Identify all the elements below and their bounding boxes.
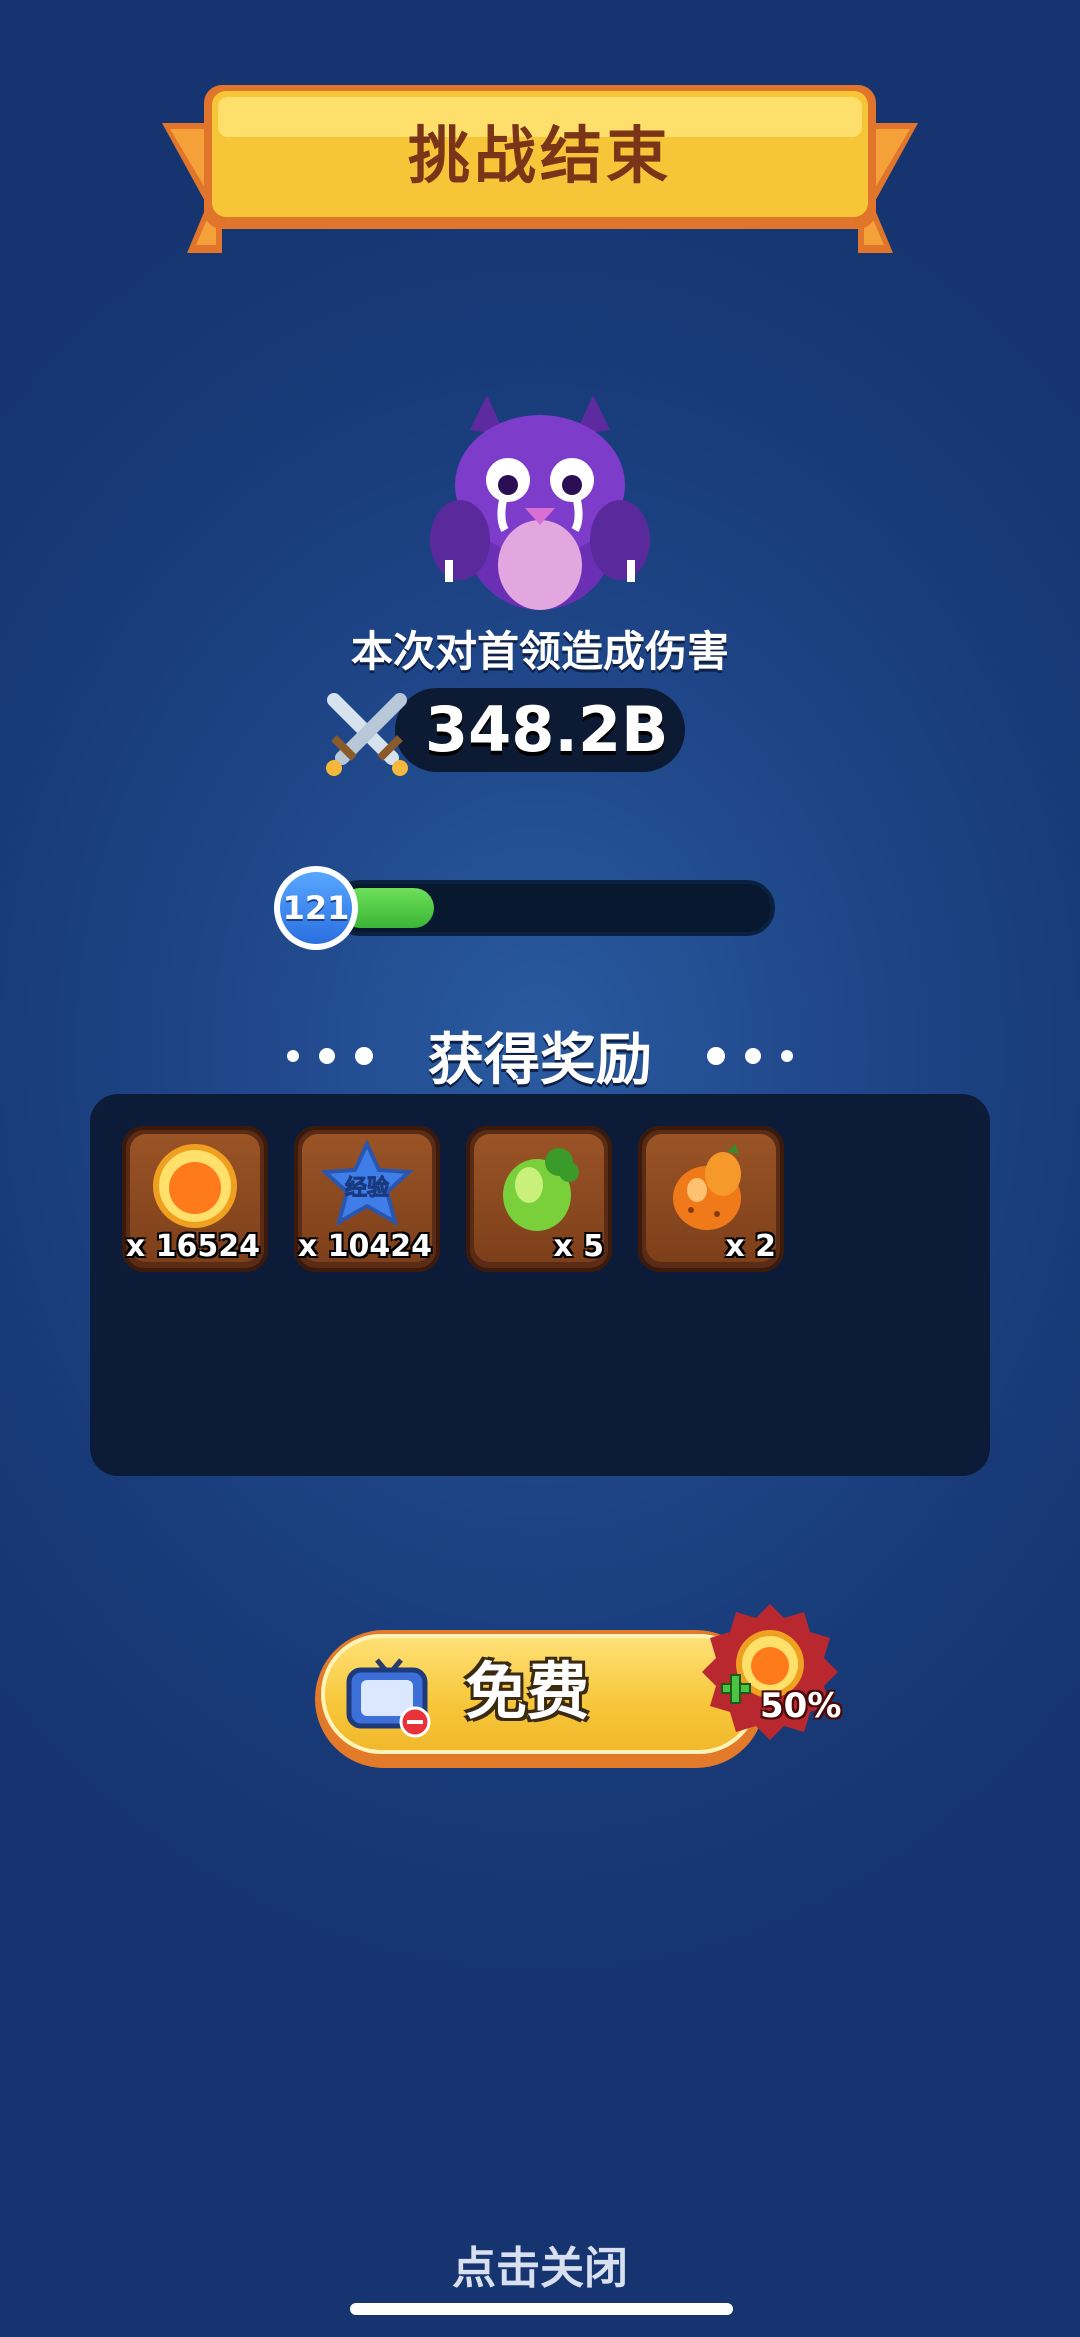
rewards-panel: x 16524 经验 x 10424 x 5 x 2 [90,1094,990,1476]
tap-to-close-hint[interactable]: 点击关闭 [0,2232,1080,2296]
boss-avatar [430,395,650,610]
green-egg-icon [503,1148,579,1231]
page-title: 挑战结束 [407,119,672,192]
bonus-percent: 50% [760,1686,842,1726]
reward-count: x 2 [725,1229,776,1264]
level-number: 121 [280,872,352,944]
experience-label: 经验 [345,1175,389,1201]
damage-value: 348.2B [425,693,669,766]
crossed-swords-icon [326,693,408,776]
orange-fruit-icon [673,1144,741,1230]
free-claim-button[interactable]: 免费 [315,1630,765,1768]
experience-star-icon: 经验 [320,1140,414,1227]
reward-item-green-egg[interactable]: x 5 [466,1126,612,1272]
reward-count: x 5 [553,1229,604,1264]
rewards-title: 获得奖励 [428,1028,652,1093]
reward-count: x 16524 [125,1229,260,1264]
damage-caption: 本次对首领造成伤害 [350,627,729,676]
title-banner: 挑战结束 [162,85,918,270]
reward-item-experience[interactable]: 经验 x 10424 [294,1126,440,1272]
gold-coin-icon [153,1144,237,1228]
reward-item-gold-coin[interactable]: x 16524 [122,1126,268,1272]
right-dots-decoration [697,1046,803,1066]
video-ad-icon [346,1658,431,1738]
free-button-label: 免费 [465,1655,590,1728]
level-progress-bar [332,880,775,936]
reward-count: x 10424 [297,1229,432,1264]
level-badge: 121 [274,866,358,950]
reward-item-orange-fruit[interactable]: x 2 [638,1126,784,1272]
home-indicator [350,2303,733,2315]
rewards-header: 获得奖励 [0,1015,1080,1093]
left-dots-decoration [277,1046,383,1066]
